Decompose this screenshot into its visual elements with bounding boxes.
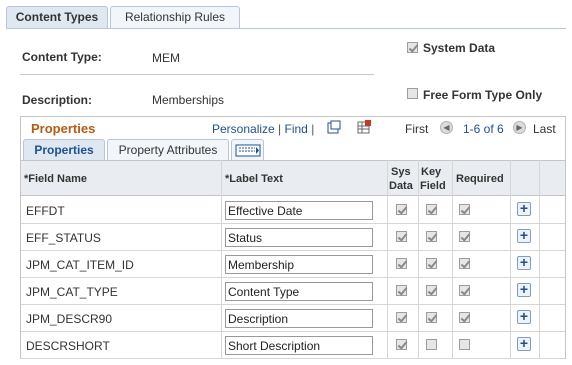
find-link[interactable]: Find bbox=[285, 122, 308, 136]
personalize-link[interactable]: Personalize bbox=[212, 122, 275, 136]
add-row-button[interactable]: + bbox=[517, 255, 531, 270]
label-text-input[interactable] bbox=[225, 228, 373, 247]
header-sys: Sys bbox=[391, 166, 411, 178]
col-divider bbox=[387, 160, 388, 359]
row-divider bbox=[21, 331, 565, 332]
nav-separator: | bbox=[311, 122, 315, 136]
last-label: Last bbox=[533, 122, 556, 136]
header-key: Key bbox=[421, 166, 442, 178]
row-range: 1-6 of 6 bbox=[463, 122, 504, 136]
label-text-input[interactable] bbox=[225, 255, 373, 274]
tab-divider bbox=[6, 28, 566, 29]
divider bbox=[20, 74, 374, 75]
previous-icon[interactable]: ◀ bbox=[440, 121, 453, 134]
header-field: Field bbox=[420, 180, 446, 192]
subtab-property-attributes[interactable]: Property Attributes bbox=[107, 139, 229, 160]
col-divider bbox=[418, 160, 419, 359]
row-divider bbox=[21, 250, 565, 251]
field-name-cell: DESCRSHORT bbox=[26, 339, 110, 353]
col-divider bbox=[510, 160, 511, 359]
grid-title: Properties bbox=[31, 121, 96, 136]
required-checkbox[interactable] bbox=[459, 339, 470, 350]
col-divider bbox=[452, 160, 453, 359]
free-form-label: Free Form Type Only bbox=[423, 88, 543, 102]
row-divider bbox=[21, 223, 565, 224]
field-name-cell: JPM_DESCR90 bbox=[26, 312, 113, 326]
key-field-checkbox[interactable] bbox=[426, 339, 437, 350]
field-name-cell: JPM_CAT_ITEM_ID bbox=[26, 258, 134, 272]
description-label: Description: bbox=[22, 93, 93, 107]
required-checkbox[interactable] bbox=[459, 312, 470, 323]
sys-data-checkbox[interactable] bbox=[396, 312, 407, 323]
row-divider bbox=[21, 304, 565, 305]
label-text-input[interactable] bbox=[225, 309, 373, 328]
nav-links: Personalize | Find | bbox=[212, 122, 314, 136]
header-data: Data bbox=[389, 180, 413, 192]
required-checkbox[interactable] bbox=[459, 285, 470, 296]
header-label-text: *Label Text bbox=[225, 173, 283, 185]
add-row-button[interactable]: + bbox=[517, 228, 531, 243]
field-name-cell: EFF_STATUS bbox=[26, 231, 101, 245]
col-divider bbox=[221, 160, 222, 359]
field-name-cell: JPM_CAT_TYPE bbox=[26, 285, 118, 299]
show-all-columns-tab[interactable] bbox=[231, 139, 264, 160]
col-divider bbox=[539, 160, 540, 359]
system-data-label: System Data bbox=[423, 41, 496, 55]
row-divider bbox=[21, 277, 565, 278]
content-type-label: Content Type: bbox=[22, 50, 102, 64]
nav-separator: | bbox=[278, 122, 282, 136]
first-label: First bbox=[405, 122, 429, 136]
add-row-button[interactable]: + bbox=[517, 282, 531, 297]
required-checkbox[interactable] bbox=[459, 204, 470, 215]
sys-data-checkbox[interactable] bbox=[396, 258, 407, 269]
system-data-checkbox[interactable] bbox=[407, 42, 418, 53]
field-name-cell: EFFDT bbox=[26, 204, 65, 218]
sys-data-checkbox[interactable] bbox=[396, 339, 407, 350]
tab-relationship-rules[interactable]: Relationship Rules bbox=[110, 6, 240, 28]
header-required: Required bbox=[456, 173, 504, 185]
label-text-input[interactable] bbox=[225, 336, 373, 355]
label-text-input[interactable] bbox=[225, 282, 373, 301]
key-field-checkbox[interactable] bbox=[426, 285, 437, 296]
key-field-checkbox[interactable] bbox=[426, 312, 437, 323]
description-value: Memberships bbox=[152, 93, 225, 107]
add-row-button[interactable]: + bbox=[517, 309, 531, 324]
content-type-value: MEM bbox=[152, 51, 180, 65]
key-field-checkbox[interactable] bbox=[426, 231, 437, 242]
next-icon[interactable]: ▶ bbox=[513, 121, 526, 134]
add-row-button[interactable]: + bbox=[517, 336, 531, 351]
label-text-input[interactable] bbox=[225, 201, 373, 220]
key-field-checkbox[interactable] bbox=[426, 258, 437, 269]
sys-data-checkbox[interactable] bbox=[396, 231, 407, 242]
subtab-properties[interactable]: Properties bbox=[23, 139, 105, 160]
download-spreadsheet-icon[interactable] bbox=[357, 120, 371, 134]
add-row-button[interactable]: + bbox=[517, 201, 531, 216]
row-divider bbox=[21, 358, 565, 359]
key-field-checkbox[interactable] bbox=[426, 204, 437, 215]
required-checkbox[interactable] bbox=[459, 258, 470, 269]
show-all-columns-icon bbox=[235, 144, 260, 157]
header-field-name: *Field Name bbox=[24, 173, 87, 185]
tab-content-types[interactable]: Content Types bbox=[6, 6, 108, 28]
sys-data-checkbox[interactable] bbox=[396, 204, 407, 215]
required-checkbox[interactable] bbox=[459, 231, 470, 242]
sys-data-checkbox[interactable] bbox=[396, 285, 407, 296]
view-all-icon[interactable] bbox=[327, 120, 341, 134]
free-form-checkbox[interactable] bbox=[407, 88, 418, 99]
